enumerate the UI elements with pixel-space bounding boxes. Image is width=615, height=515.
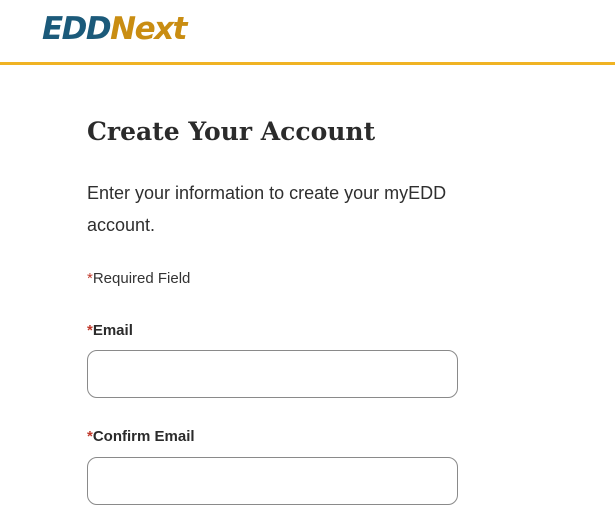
- site-header: EDDNext: [0, 0, 615, 62]
- required-field-note: *Required Field: [87, 269, 190, 289]
- header-divider: [0, 62, 615, 65]
- page-title: Create Your Account: [87, 117, 376, 146]
- required-field-text: Required Field: [92, 270, 191, 287]
- logo-text-next: Next: [110, 11, 187, 47]
- confirm-email-label: *Confirm Email: [87, 427, 195, 447]
- email-label: *Email: [87, 321, 133, 341]
- email-label-text: Email: [92, 322, 133, 339]
- logo-text-edd: EDD: [42, 11, 112, 47]
- email-field[interactable]: [87, 350, 458, 398]
- confirm-email-field[interactable]: [87, 457, 458, 505]
- confirm-email-label-text: Confirm Email: [92, 428, 195, 445]
- eddnext-logo[interactable]: EDDNext: [42, 9, 187, 49]
- intro-text: Enter your information to create your my…: [87, 183, 447, 235]
